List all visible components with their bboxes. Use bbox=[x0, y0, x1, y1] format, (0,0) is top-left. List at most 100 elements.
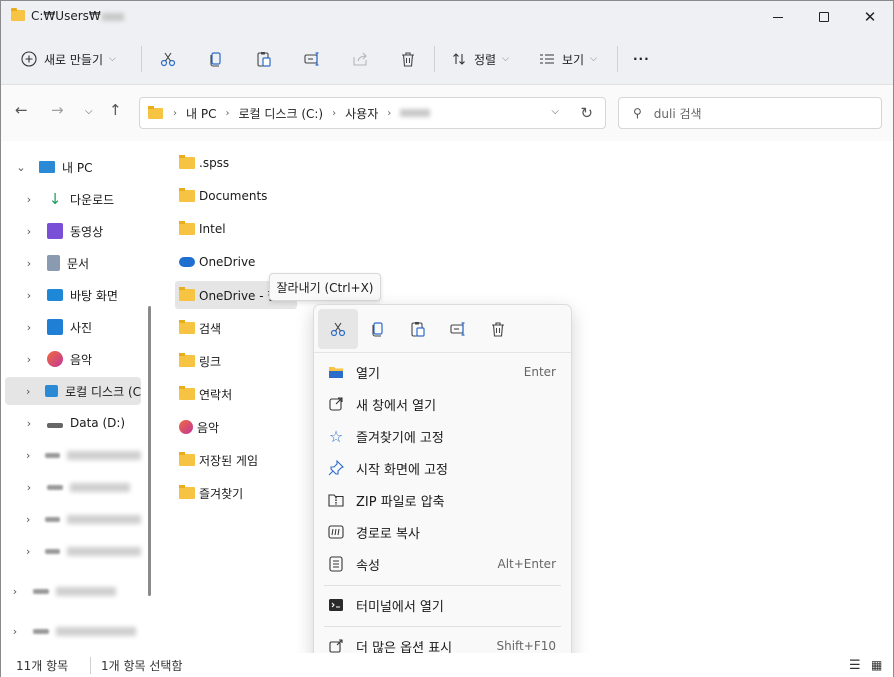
recent-locations-chevron-icon[interactable]: ⌵ bbox=[85, 107, 93, 117]
chevron-right-icon[interactable]: › bbox=[19, 193, 39, 206]
tiles-view-icon[interactable]: ▦ bbox=[871, 658, 882, 672]
file-name: Documents bbox=[199, 189, 268, 203]
list-item[interactable]: 저장된 게임 bbox=[175, 446, 258, 474]
breadcrumb-users[interactable]: 사용자 bbox=[345, 105, 378, 122]
chevron-down-icon[interactable]: ⌄ bbox=[11, 161, 31, 174]
maximize-button[interactable] bbox=[801, 1, 847, 33]
nav-item-downloads[interactable]: › ↓ 다운로드 bbox=[5, 185, 141, 213]
menu-item-properties[interactable]: 속성 Alt+Enter bbox=[318, 549, 568, 579]
list-item[interactable]: 즐겨찾기 bbox=[175, 479, 243, 507]
sort-button[interactable]: 정렬 ⌵ bbox=[451, 43, 509, 75]
list-item[interactable]: 링크 bbox=[175, 347, 221, 375]
chevron-right-icon[interactable]: › bbox=[19, 481, 39, 494]
delete-button[interactable] bbox=[399, 43, 417, 75]
video-icon bbox=[47, 223, 63, 239]
rename-button[interactable] bbox=[303, 43, 321, 75]
menu-item-copy-path[interactable]: 경로로 복사 bbox=[318, 517, 568, 547]
chevron-right-icon[interactable]: › bbox=[5, 625, 25, 638]
nav-item-this-pc[interactable]: ⌄ 내 PC bbox=[5, 153, 141, 181]
chevron-right-icon[interactable]: › bbox=[19, 385, 37, 398]
breadcrumb-user-folder[interactable] bbox=[400, 106, 431, 120]
list-item[interactable]: OneDrive bbox=[175, 248, 255, 276]
menu-item-open-new-window[interactable]: 새 창에서 열기 bbox=[318, 389, 568, 419]
chevron-right-icon[interactable]: › bbox=[19, 321, 39, 334]
nav-item-local-disk[interactable]: › 로컬 디스크 (C bbox=[5, 377, 141, 405]
list-item[interactable]: 연락처 bbox=[175, 380, 232, 408]
list-item[interactable]: 검색 bbox=[175, 314, 221, 342]
nav-item-blurred-drive[interactable]: › bbox=[5, 473, 141, 501]
nav-item-pictures[interactable]: › 사진 bbox=[5, 313, 141, 341]
blurred-label bbox=[56, 626, 136, 636]
up-arrow-icon[interactable]: ↑ bbox=[109, 103, 122, 118]
chevron-right-icon[interactable]: › bbox=[19, 257, 39, 270]
new-button[interactable]: 새로 만들기 ⌵ bbox=[21, 43, 116, 75]
more-icon: ··· bbox=[633, 52, 650, 66]
context-paste-button[interactable] bbox=[398, 309, 438, 349]
share-button[interactable] bbox=[351, 43, 369, 75]
chevron-right-icon[interactable]: › bbox=[19, 417, 39, 430]
nav-item-desktop[interactable]: › 바탕 화면 bbox=[5, 281, 141, 309]
minimize-button[interactable] bbox=[755, 1, 801, 33]
breadcrumb-this-pc[interactable]: 내 PC bbox=[186, 105, 216, 122]
close-button[interactable]: ✕ bbox=[847, 1, 893, 33]
copy-button[interactable] bbox=[207, 43, 225, 75]
list-item[interactable]: .spss bbox=[175, 149, 229, 177]
chevron-right-icon[interactable]: › bbox=[19, 353, 39, 366]
plus-circle-icon bbox=[21, 51, 37, 67]
context-cut-button[interactable] bbox=[318, 309, 358, 349]
breadcrumb-separator-icon: › bbox=[387, 107, 392, 119]
list-item[interactable]: Documents bbox=[175, 182, 267, 210]
nav-item-label: 다운로드 bbox=[70, 192, 115, 207]
breadcrumb-local-disk[interactable]: 로컬 디스크 (C:) bbox=[238, 105, 323, 122]
context-menu: 열기 Enter 새 창에서 열기 ☆ 즐겨찾기에 고정 시작 화면에 고정 Z… bbox=[313, 304, 572, 664]
folder-icon bbox=[179, 353, 195, 367]
forward-arrow-icon[interactable]: → bbox=[51, 103, 64, 118]
chevron-right-icon[interactable]: › bbox=[19, 545, 37, 558]
menu-item-open[interactable]: 열기 Enter bbox=[318, 357, 568, 387]
search-box[interactable]: ⚲ duli 검색 bbox=[618, 97, 882, 129]
menu-item-open-terminal[interactable]: 터미널에서 열기 bbox=[318, 590, 568, 620]
status-bar: 11개 항목 1개 항목 선택함 ☰ ▦ bbox=[1, 653, 893, 677]
chevron-right-icon[interactable]: › bbox=[19, 513, 37, 526]
details-view-icon[interactable]: ☰ bbox=[849, 658, 861, 673]
menu-item-pin-quick-access[interactable]: ☆ 즐겨찾기에 고정 bbox=[318, 421, 568, 451]
back-arrow-icon[interactable]: ← bbox=[15, 103, 28, 118]
nav-item-blurred-drive[interactable]: › bbox=[5, 505, 142, 533]
context-delete-button[interactable] bbox=[478, 309, 518, 349]
nav-item-blurred-drive[interactable]: › bbox=[5, 577, 141, 605]
menu-item-pin-start[interactable]: 시작 화면에 고정 bbox=[318, 453, 568, 483]
chevron-right-icon[interactable]: › bbox=[19, 449, 37, 462]
cut-button[interactable] bbox=[159, 43, 177, 75]
context-copy-button[interactable] bbox=[358, 309, 398, 349]
chevron-right-icon[interactable]: › bbox=[19, 225, 39, 238]
address-dropdown-chevron-icon[interactable]: ⌵ bbox=[551, 106, 559, 117]
menu-item-compress-zip[interactable]: ZIP 파일로 압축 bbox=[318, 485, 568, 515]
nav-item-music[interactable]: › 음악 bbox=[5, 345, 141, 373]
more-options-button[interactable]: ··· bbox=[633, 43, 650, 75]
refresh-icon[interactable]: ↻ bbox=[580, 104, 593, 122]
nav-item-blurred-drive[interactable]: › bbox=[5, 537, 142, 565]
terminal-icon bbox=[328, 597, 344, 613]
nav-item-videos[interactable]: › 동영상 bbox=[5, 217, 141, 245]
folder-icon bbox=[11, 8, 25, 21]
menu-item-label: ZIP 파일로 압축 bbox=[356, 494, 445, 510]
breadcrumb-separator-icon: › bbox=[173, 107, 177, 119]
context-rename-button[interactable] bbox=[438, 309, 478, 349]
nav-item-data-drive[interactable]: › Data (D:) bbox=[5, 409, 141, 437]
list-item[interactable]: Intel bbox=[175, 215, 226, 243]
download-icon: ↓ bbox=[48, 190, 62, 208]
chevron-right-icon[interactable]: › bbox=[5, 585, 25, 598]
nav-item-blurred-drive[interactable]: › bbox=[5, 441, 142, 469]
nav-item-documents[interactable]: › 문서 bbox=[5, 249, 141, 277]
paste-button[interactable] bbox=[255, 43, 273, 75]
nav-item-blurred-drive[interactable]: › bbox=[5, 617, 141, 645]
drive-icon bbox=[33, 588, 49, 594]
address-bar[interactable]: › 내 PC › 로컬 디스크 (C:) › 사용자 › ⌵ ↻ bbox=[139, 97, 606, 129]
drive-icon bbox=[45, 452, 61, 458]
maximize-icon bbox=[819, 12, 829, 22]
list-item[interactable]: 음악 bbox=[175, 413, 219, 441]
sidebar-scrollbar[interactable] bbox=[148, 306, 151, 596]
nav-item-label: 동영상 bbox=[70, 224, 104, 239]
chevron-right-icon[interactable]: › bbox=[19, 289, 39, 302]
view-button[interactable]: 보기 ⌵ bbox=[539, 43, 597, 75]
